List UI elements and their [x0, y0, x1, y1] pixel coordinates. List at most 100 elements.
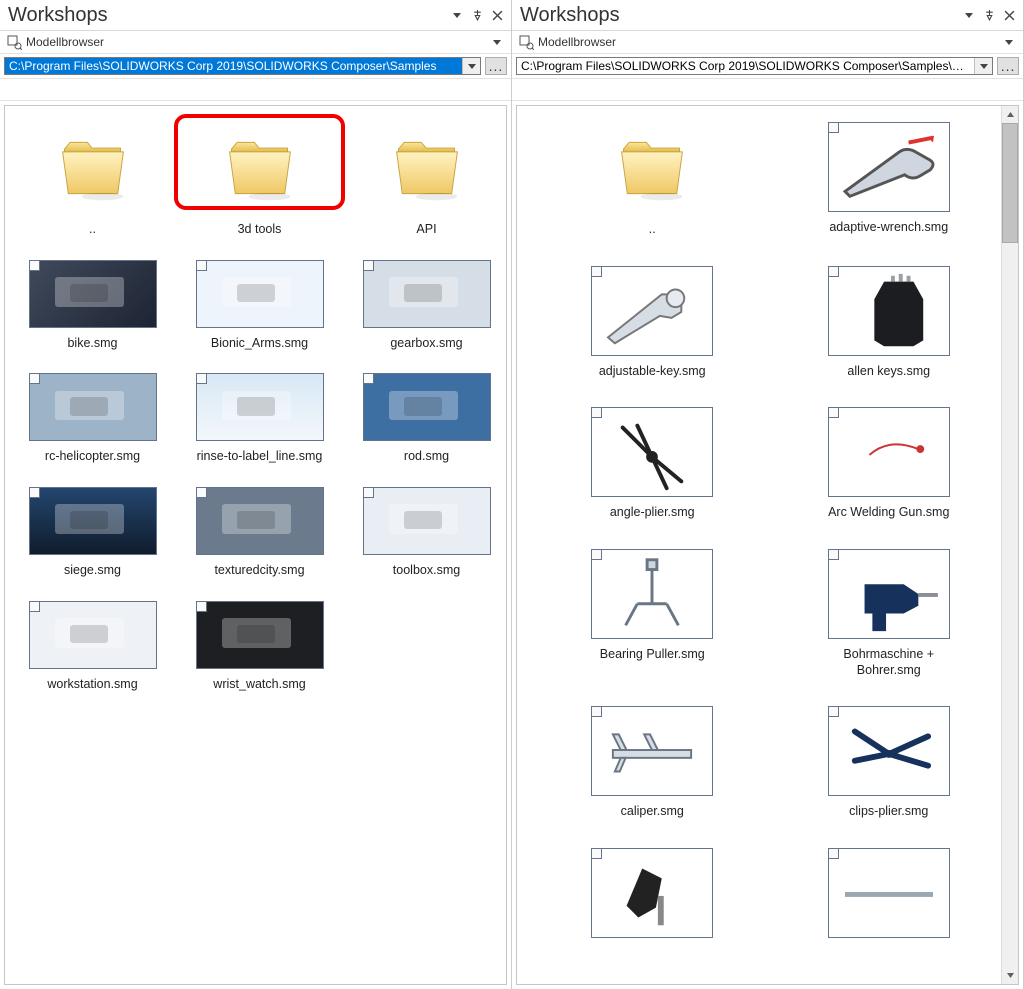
item-label: 3d tools: [238, 222, 282, 238]
file-item[interactable]: siege.smg: [13, 487, 172, 579]
file-item[interactable]: adaptive-wrench.smg: [784, 122, 995, 238]
left-path-dropdown[interactable]: [462, 58, 480, 74]
right-path-input[interactable]: C:\Program Files\SOLIDWORKS Corp 2019\SO…: [517, 58, 974, 74]
file-item[interactable]: workstation.smg: [13, 601, 172, 693]
item-label: siege.smg: [64, 563, 121, 579]
pin-icon[interactable]: [469, 8, 485, 24]
folder-icon: [381, 122, 473, 214]
item-label: toolbox.smg: [393, 563, 460, 579]
scroll-thumb[interactable]: [1002, 123, 1018, 243]
file-item[interactable]: Arc Welding Gun.smg: [784, 407, 995, 521]
item-label: rinse-to-label_line.smg: [197, 449, 323, 465]
file-item[interactable]: [784, 848, 995, 946]
item-label: angle-plier.smg: [610, 505, 695, 521]
right-panel-title: Workshops: [520, 4, 957, 27]
file-item[interactable]: adjustable-key.smg: [547, 266, 758, 380]
left-panel: Workshops Modellbrowser C:\Program Files…: [0, 0, 512, 989]
right-subheader: Modellbrowser: [512, 31, 1023, 54]
item-label: rc-helicopter.smg: [45, 449, 140, 465]
adaptive-wrench-thumbnail: [828, 122, 950, 212]
smg-thumbnail: [363, 373, 491, 441]
scroll-track[interactable]: [1002, 243, 1018, 967]
scroll-up-button[interactable]: [1002, 106, 1018, 123]
scroll-down-button[interactable]: [1002, 967, 1018, 984]
file-item[interactable]: caliper.smg: [547, 706, 758, 820]
right-path-dropdown[interactable]: [974, 58, 992, 74]
folder-item[interactable]: 3d tools: [180, 122, 339, 238]
file-item[interactable]: rc-helicopter.smg: [13, 373, 172, 465]
left-path-input[interactable]: C:\Program Files\SOLIDWORKS Corp 2019\SO…: [5, 58, 462, 74]
item-label: gearbox.smg: [390, 336, 462, 352]
bar-partial-thumbnail: [828, 848, 950, 938]
folder-item[interactable]: ..: [547, 122, 758, 238]
item-label: adjustable-key.smg: [599, 364, 706, 380]
file-item[interactable]: Bearing Puller.smg: [547, 549, 758, 678]
folder-icon: [214, 122, 306, 214]
smg-thumbnail: [29, 373, 157, 441]
file-item[interactable]: gearbox.smg: [347, 260, 506, 352]
smg-thumbnail: [196, 373, 324, 441]
file-item[interactable]: Bionic_Arms.smg: [180, 260, 339, 352]
file-item[interactable]: wrist_watch.smg: [180, 601, 339, 693]
folder-item[interactable]: API: [347, 122, 506, 238]
right-path-browse-button[interactable]: ...: [997, 57, 1019, 75]
item-label: bike.smg: [67, 336, 117, 352]
item-label: ..: [649, 222, 656, 238]
smg-thumbnail: [196, 487, 324, 555]
modellbrowser-icon: [6, 34, 22, 50]
file-item[interactable]: Bohrmaschine + Bohrer.smg: [784, 549, 995, 678]
right-path-combo[interactable]: C:\Program Files\SOLIDWORKS Corp 2019\SO…: [516, 57, 993, 75]
left-path-browse-button[interactable]: ...: [485, 57, 507, 75]
left-panel-title: Workshops: [8, 4, 445, 27]
folder-icon: [606, 122, 698, 214]
left-subheader-dropdown[interactable]: [489, 34, 505, 50]
folder-icon: [47, 122, 139, 214]
item-label: Bearing Puller.smg: [600, 647, 705, 663]
item-label: Bohrmaschine + Bohrer.smg: [814, 647, 964, 678]
item-label: allen keys.smg: [847, 364, 930, 380]
right-path-bar: C:\Program Files\SOLIDWORKS Corp 2019\SO…: [512, 54, 1023, 79]
file-item[interactable]: rod.smg: [347, 373, 506, 465]
item-label: clips-plier.smg: [849, 804, 928, 820]
modellbrowser-icon: [518, 34, 534, 50]
drill-thumbnail: [828, 549, 950, 639]
file-item[interactable]: clips-plier.smg: [784, 706, 995, 820]
right-filter-strip: [512, 79, 1023, 101]
close-icon[interactable]: [1001, 8, 1017, 24]
left-path-combo[interactable]: C:\Program Files\SOLIDWORKS Corp 2019\SO…: [4, 57, 481, 75]
right-scrollbar[interactable]: [1001, 106, 1018, 984]
allen-keys-thumbnail: [828, 266, 950, 356]
close-icon[interactable]: [489, 8, 505, 24]
left-path-bar: C:\Program Files\SOLIDWORKS Corp 2019\SO…: [0, 54, 511, 79]
smg-thumbnail: [29, 601, 157, 669]
file-item[interactable]: angle-plier.smg: [547, 407, 758, 521]
file-item[interactable]: [547, 848, 758, 946]
file-item[interactable]: rinse-to-label_line.smg: [180, 373, 339, 465]
item-label: adaptive-wrench.smg: [829, 220, 948, 236]
left-content-wrap: .. 3d tools API bike.smg Bio: [4, 105, 507, 985]
smg-thumbnail: [363, 260, 491, 328]
item-label: API: [416, 222, 436, 238]
left-panel-menu-button[interactable]: [449, 8, 465, 24]
file-item[interactable]: toolbox.smg: [347, 487, 506, 579]
file-item[interactable]: bike.smg: [13, 260, 172, 352]
smg-thumbnail: [196, 260, 324, 328]
right-panel-menu-button[interactable]: [961, 8, 977, 24]
right-subheader-dropdown[interactable]: [1001, 34, 1017, 50]
right-title-bar: Workshops: [512, 0, 1023, 31]
folder-item[interactable]: ..: [13, 122, 172, 238]
item-label: texturedcity.smg: [214, 563, 304, 579]
file-item[interactable]: texturedcity.smg: [180, 487, 339, 579]
right-content-wrap: .. adaptive-wrench.smg adjustable-key.sm…: [516, 105, 1019, 985]
smg-thumbnail: [196, 601, 324, 669]
item-label: wrist_watch.smg: [213, 677, 305, 693]
right-panel: Workshops Modellbrowser C:\Program Files…: [512, 0, 1024, 989]
pin-icon[interactable]: [981, 8, 997, 24]
smg-thumbnail: [29, 260, 157, 328]
item-label: rod.smg: [404, 449, 449, 465]
smg-thumbnail: [363, 487, 491, 555]
angle-plier-thumbnail: [591, 407, 713, 497]
file-item[interactable]: allen keys.smg: [784, 266, 995, 380]
caliper-thumbnail: [591, 706, 713, 796]
left-subheader: Modellbrowser: [0, 31, 511, 54]
